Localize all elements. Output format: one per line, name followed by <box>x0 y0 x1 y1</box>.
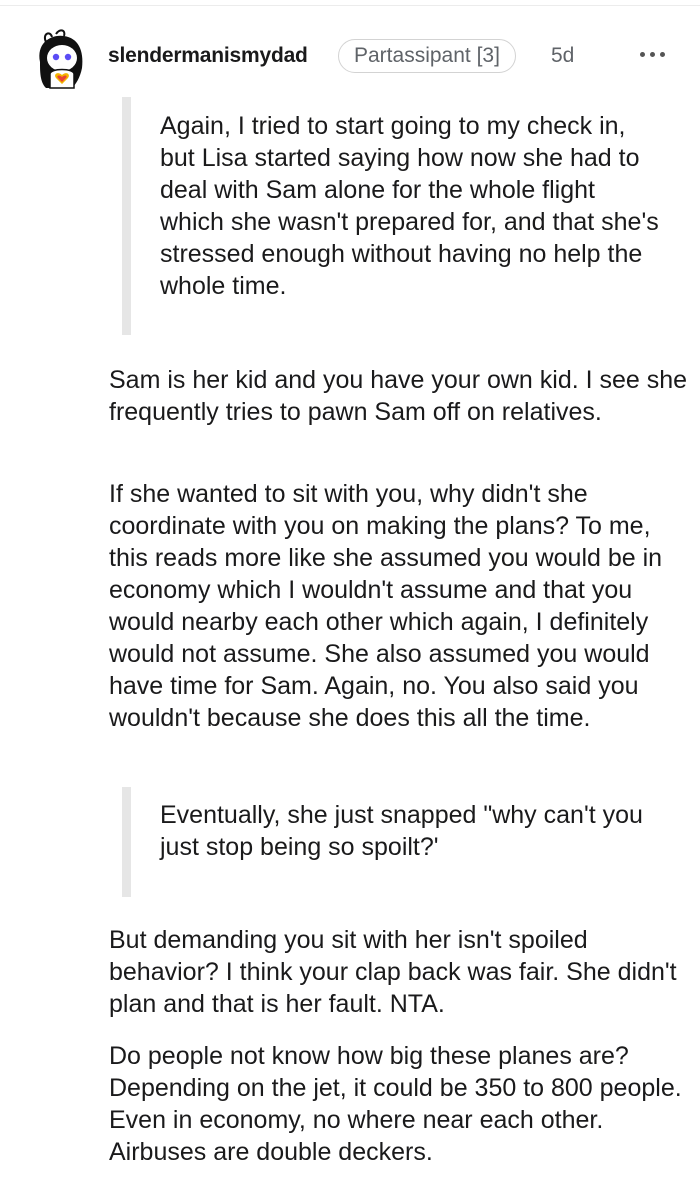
comment-paragraph-3: But demanding you sit with her isn't spo… <box>109 926 677 1018</box>
comment-paragraph-4: Do people not know how big these planes … <box>109 1042 682 1166</box>
top-divider <box>0 5 700 6</box>
quote-bar <box>122 787 131 897</box>
blockquote-1: Again, I tried to start going to my chec… <box>122 97 682 335</box>
username-link[interactable]: slendermanismydad <box>108 44 308 68</box>
blockquote-2: Eventually, she just snapped "why can't … <box>122 787 682 897</box>
user-avatar-icon[interactable] <box>32 28 92 90</box>
comment-paragraph-1: Sam is her kid and you have your own kid… <box>109 366 688 426</box>
quote-text: Eventually, she just snapped "why can't … <box>160 801 643 861</box>
user-flair-badge: Partassipant [3] <box>338 39 516 73</box>
more-horizontal-icon[interactable] <box>636 42 670 66</box>
comment-header: slendermanismydad Partassipant [3] 5d <box>0 20 700 90</box>
quote-text: Again, I tried to start going to my chec… <box>160 112 659 300</box>
comment-timestamp: 5d <box>551 44 575 67</box>
comment-paragraph-2: If she wanted to sit with you, why didn'… <box>109 480 663 732</box>
quote-bar <box>122 97 131 335</box>
